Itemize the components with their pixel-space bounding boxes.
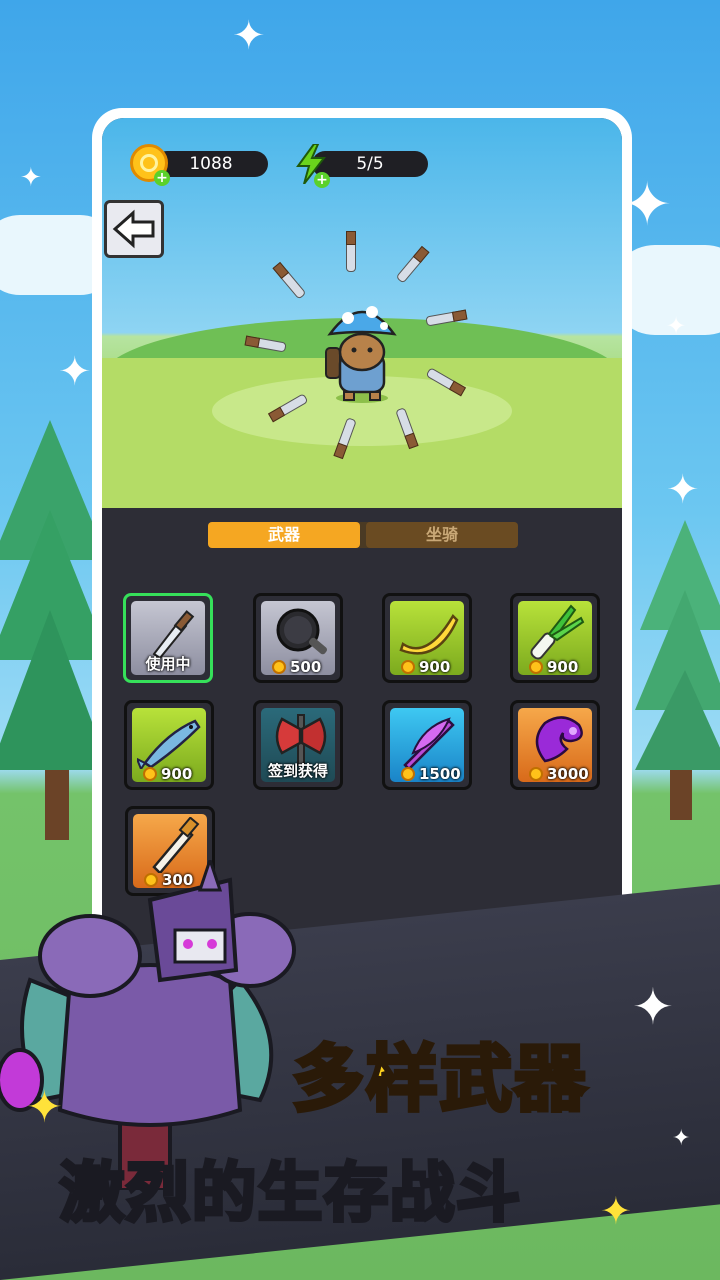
back-button[interactable] (104, 200, 164, 258)
coin-counter: 1088 (154, 151, 268, 177)
item-price: 3000 (529, 765, 589, 783)
sparkle-icon: ✦ (666, 467, 700, 513)
frying-pan-icon (276, 608, 328, 655)
sparkle-icon: ✦ (58, 349, 92, 395)
item-frying-pan[interactable]: 500 (253, 593, 343, 683)
leek-icon (530, 604, 585, 660)
item-banana[interactable]: 900 (382, 593, 472, 683)
add-coins-icon[interactable]: + (154, 170, 170, 186)
promo-headline: 多样武器 (290, 1035, 589, 1123)
sparkle-icon: ✦ (632, 978, 674, 1036)
coin-icon (143, 767, 157, 781)
item-status-label: 签到获得 (267, 762, 328, 780)
arena-scene: 1088 + 5/5 + (102, 118, 622, 508)
item-purple-slime[interactable]: 3000 (510, 700, 600, 790)
item-battle-axe[interactable]: 签到获得 (253, 700, 343, 790)
dagger-icon (152, 610, 195, 660)
orbit-knife (279, 270, 307, 300)
tab-weapons[interactable]: 武器 (208, 522, 360, 548)
sparkle-icon: ✦ (26, 1082, 63, 1133)
orbit-knife (346, 242, 356, 272)
sparkle-icon: ✦ (232, 13, 266, 59)
promo-subline: 激烈的生存战斗 (58, 1155, 522, 1233)
arrow-left-icon (112, 209, 155, 249)
coin-icon (401, 660, 415, 674)
armored-boss-character (0, 860, 296, 1190)
banana-icon (399, 613, 459, 655)
item-leek[interactable]: 900 (510, 593, 600, 683)
coin-icon (401, 767, 415, 781)
item-price: 900 (143, 765, 192, 783)
umbrella-icon (403, 717, 455, 769)
energy-value: 5/5 (356, 154, 384, 174)
pine-tree-right (635, 520, 720, 820)
item-umbrella[interactable]: 1500 (382, 700, 472, 790)
orbit-knife (395, 254, 423, 284)
item-price: 1500 (401, 765, 461, 783)
coin-icon (529, 660, 543, 674)
sparkle-icon: ✦ (666, 312, 687, 340)
coin-value: 1088 (189, 154, 233, 174)
item-price: 500 (272, 658, 321, 676)
hero-character (325, 306, 397, 403)
sparkle-icon: ✦ (672, 1126, 691, 1151)
coin-icon (272, 660, 286, 674)
coin-icon (529, 767, 543, 781)
item-dagger[interactable]: 使用中 (123, 593, 213, 683)
item-status-label: 使用中 (145, 655, 191, 673)
purple-slime-icon (535, 716, 583, 763)
item-price: 900 (529, 658, 578, 676)
battle-axe-icon (275, 714, 327, 766)
sparkle-icon: ✦ (20, 163, 42, 193)
sparkle-icon: ✦ (600, 1189, 632, 1233)
item-fish[interactable]: 900 (124, 700, 214, 790)
item-price: 900 (401, 658, 450, 676)
tab-mounts[interactable]: 坐骑 (366, 522, 518, 548)
add-energy-icon[interactable]: + (314, 172, 330, 188)
energy-counter: 5/5 (312, 151, 428, 177)
category-tabs: 武器 坐骑 (208, 522, 518, 548)
fish-icon (137, 719, 201, 769)
